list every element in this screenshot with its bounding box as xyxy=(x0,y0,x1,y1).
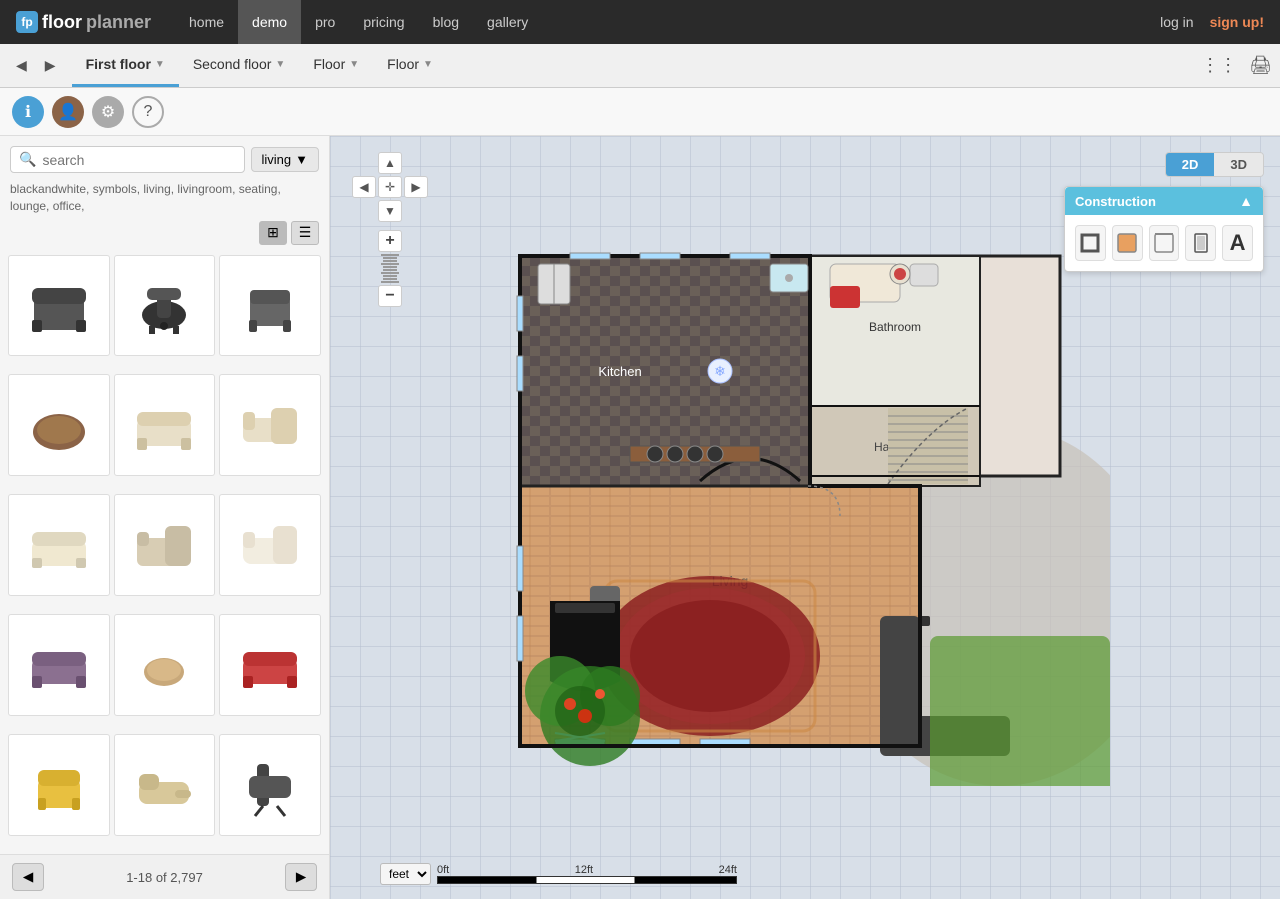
tab-first-floor-caret: ▼ xyxy=(155,59,165,70)
list-item[interactable] xyxy=(8,255,110,357)
canvas-navigation: ▲ ◀ ✛ ▶ ▼ + xyxy=(352,152,428,307)
next-page-button[interactable]: ▶ xyxy=(285,863,317,891)
walls-icon[interactable] xyxy=(1075,225,1106,261)
list-item[interactable] xyxy=(114,494,216,596)
nav-demo[interactable]: demo xyxy=(238,0,301,44)
logo-icon: fp xyxy=(16,11,38,33)
pan-up-button[interactable]: ▲ xyxy=(378,152,402,174)
zoom-ticks xyxy=(381,254,399,283)
sidebar-footer: ◀ 1-18 of 2,797 ▶ xyxy=(0,854,329,899)
list-item[interactable] xyxy=(8,614,110,716)
app-logo[interactable]: fp floor planner xyxy=(16,11,151,33)
help-button[interactable]: ? xyxy=(132,96,164,128)
nav-home[interactable]: home xyxy=(175,0,238,44)
tab-second-floor-caret: ▼ xyxy=(275,59,285,70)
floor-plan[interactable]: Garage Kitchen xyxy=(390,156,1110,786)
top-navigation: fp floor planner home demo pro pricing b… xyxy=(0,0,1280,44)
items-grid xyxy=(0,251,329,854)
list-item[interactable] xyxy=(114,734,216,836)
category-button[interactable]: living ▼ xyxy=(251,147,320,172)
tab-second-floor[interactable]: Second floor ▼ xyxy=(179,44,300,87)
view-mode-toggle: 2D 3D xyxy=(1165,152,1264,177)
print-button[interactable]: 🖨 xyxy=(1249,55,1272,76)
nav-blog[interactable]: blog xyxy=(419,0,473,44)
tag-list: blackandwhite, symbols, living, livingro… xyxy=(0,177,329,221)
sidebar: 🔍 living ▼ blackandwhite, symbols, livin… xyxy=(0,136,330,899)
list-item[interactable] xyxy=(219,374,321,476)
list-item[interactable] xyxy=(219,494,321,596)
scale-ruler: 0ft 12ft 24ft xyxy=(437,864,737,884)
list-item[interactable] xyxy=(219,614,321,716)
list-item[interactable] xyxy=(114,374,216,476)
list-item[interactable] xyxy=(219,255,321,357)
text-icon[interactable]: A xyxy=(1222,225,1253,261)
info-icons-bar: ℹ 👤 ⚙ ? xyxy=(0,88,1280,136)
door-icon[interactable] xyxy=(1185,225,1216,261)
zoom-out-button[interactable]: − xyxy=(378,285,402,307)
pan-down-button[interactable]: ▼ xyxy=(378,200,402,222)
tab-floor-4[interactable]: Floor ▼ xyxy=(373,44,447,87)
main-layout: 🔍 living ▼ blackandwhite, symbols, livin… xyxy=(0,136,1280,899)
panel-close-button[interactable]: ▲ xyxy=(1239,193,1253,209)
category-caret: ▼ xyxy=(295,152,308,167)
list-item[interactable] xyxy=(8,494,110,596)
svg-text:❄: ❄ xyxy=(714,363,726,379)
scale-bar: feet 0ft 12ft 24ft xyxy=(380,863,737,885)
construction-panel: Construction ▲ xyxy=(1064,186,1264,272)
info-button[interactable]: ℹ xyxy=(12,96,44,128)
pagination-info: 1-18 of 2,797 xyxy=(126,870,203,885)
list-item[interactable] xyxy=(219,734,321,836)
panel-title: Construction xyxy=(1075,194,1156,209)
list-item[interactable] xyxy=(114,255,216,357)
floor-icon[interactable] xyxy=(1112,225,1143,261)
canvas-area[interactable]: ▲ ◀ ✛ ▶ ▼ + xyxy=(330,136,1280,899)
floor-nav-prev[interactable]: ◀ xyxy=(8,57,35,74)
bathroom-label: Bathroom xyxy=(869,320,921,334)
pan-right-button[interactable]: ▶ xyxy=(404,176,428,198)
tab-floor-3[interactable]: Floor ▼ xyxy=(299,44,373,87)
grid-view-button[interactable]: ⊞ xyxy=(259,221,287,245)
floor-tabs-bar: ◀ ▶ First floor ▼ Second floor ▼ Floor ▼… xyxy=(0,44,1280,88)
pan-left-button[interactable]: ◀ xyxy=(352,176,376,198)
floor-nav-next[interactable]: ▶ xyxy=(37,57,64,74)
3d-mode-button[interactable]: 3D xyxy=(1214,153,1263,176)
2d-mode-button[interactable]: 2D xyxy=(1166,153,1215,176)
logo-suffix: planner xyxy=(86,12,151,33)
share-button[interactable]: ⋮⋮ xyxy=(1201,55,1237,76)
list-item[interactable] xyxy=(114,614,216,716)
logo-text: floor xyxy=(42,12,82,33)
nav-pricing[interactable]: pricing xyxy=(349,0,418,44)
scale-line xyxy=(437,876,737,884)
tab-floor-3-caret: ▼ xyxy=(349,59,359,70)
search-input[interactable] xyxy=(42,152,235,168)
nav-gallery[interactable]: gallery xyxy=(473,0,542,44)
list-item[interactable] xyxy=(8,374,110,476)
ceiling-icon[interactable] xyxy=(1149,225,1180,261)
list-view-button[interactable]: ☰ xyxy=(291,221,319,245)
tab-floor-4-caret: ▼ xyxy=(423,59,433,70)
tab-first-floor[interactable]: First floor ▼ xyxy=(72,44,179,87)
list-item[interactable] xyxy=(8,734,110,836)
search-bar: 🔍 living ▼ xyxy=(0,136,329,177)
unit-select[interactable]: feet xyxy=(380,863,431,885)
panel-icons: A xyxy=(1065,215,1263,271)
settings-button[interactable]: ⚙ xyxy=(92,96,124,128)
search-icon: 🔍 xyxy=(19,151,36,168)
panel-header: Construction ▲ xyxy=(1065,187,1263,215)
avatar-button[interactable]: 👤 xyxy=(52,96,84,128)
signup-link[interactable]: sign up! xyxy=(1210,14,1264,30)
view-toggle: ⊞ ☰ xyxy=(0,221,329,251)
pan-center-button[interactable]: ✛ xyxy=(378,176,402,198)
login-link[interactable]: log in xyxy=(1160,14,1193,30)
zoom-in-button[interactable]: + xyxy=(378,230,402,252)
search-input-wrap: 🔍 xyxy=(10,146,245,173)
kitchen-label: Kitchen xyxy=(598,364,641,379)
prev-page-button[interactable]: ◀ xyxy=(12,863,44,891)
nav-pro[interactable]: pro xyxy=(301,0,349,44)
